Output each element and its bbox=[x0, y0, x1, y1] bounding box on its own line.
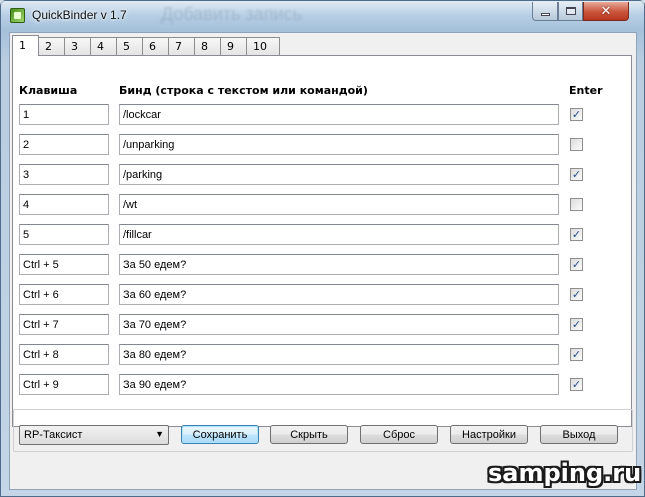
close-icon: ✕ bbox=[600, 3, 612, 19]
save-button[interactable]: Сохранить bbox=[181, 425, 259, 444]
close-button[interactable]: ✕ bbox=[583, 2, 629, 21]
checkmark-icon: ✓ bbox=[571, 258, 582, 271]
tab-5[interactable]: 5 bbox=[116, 37, 143, 56]
checkmark-icon: ✓ bbox=[571, 318, 582, 331]
enter-checkbox[interactable]: ✓ bbox=[570, 168, 583, 181]
checkmark-icon: ✓ bbox=[571, 378, 582, 391]
hotkey-field[interactable]: Ctrl + 8 bbox=[19, 344, 109, 365]
tab-3[interactable]: 3 bbox=[64, 37, 91, 56]
hotkey-field[interactable]: Ctrl + 6 bbox=[19, 284, 109, 305]
bind-row: Ctrl + 7 За 70 едем? ✓ bbox=[10, 314, 638, 336]
column-header-key: Клавиша bbox=[19, 84, 78, 97]
bind-row: Ctrl + 6 За 60 едем? ✓ bbox=[10, 284, 638, 306]
bind-row: Ctrl + 5 За 50 едем? ✓ bbox=[10, 254, 638, 276]
enter-checkbox[interactable] bbox=[570, 138, 583, 151]
bind-row: Ctrl + 8 За 80 едем? ✓ bbox=[10, 344, 638, 366]
checkmark-icon: ✓ bbox=[571, 168, 582, 181]
bind-text-field[interactable]: /wt bbox=[119, 194, 559, 215]
tab-4[interactable]: 4 bbox=[90, 37, 117, 56]
watermark: samping.ru bbox=[488, 459, 642, 487]
hotkey-field[interactable]: 4 bbox=[19, 194, 109, 215]
tab-7[interactable]: 7 bbox=[168, 37, 195, 56]
tab-6[interactable]: 6 bbox=[142, 37, 169, 56]
checkmark-icon: ✓ bbox=[571, 108, 582, 121]
bind-text-field[interactable]: /fillcar bbox=[119, 224, 559, 245]
profile-select-value: RP-Таксист bbox=[24, 429, 83, 441]
bind-text-field[interactable]: За 80 едем? bbox=[119, 344, 559, 365]
hotkey-field[interactable]: 1 bbox=[19, 104, 109, 125]
app-window: QuickBinder v 1.7 Добавить запись ✕ 1234… bbox=[0, 0, 645, 497]
checkmark-icon: ✓ bbox=[571, 228, 582, 241]
bind-text-field[interactable]: За 70 едем? bbox=[119, 314, 559, 335]
minimize-icon bbox=[540, 12, 550, 16]
background-window-title: Добавить запись bbox=[161, 4, 302, 24]
tab-9[interactable]: 9 bbox=[220, 37, 247, 56]
settings-button[interactable]: Настройки bbox=[450, 425, 528, 444]
reset-button[interactable]: Сброс bbox=[360, 425, 438, 444]
bind-text-field[interactable]: За 60 едем? bbox=[119, 284, 559, 305]
tab-strip: 1 2 3 4 5 6 7 8 9 10 bbox=[12, 35, 280, 56]
checkmark-icon: ✓ bbox=[571, 288, 582, 301]
tab-2[interactable]: 2 bbox=[38, 37, 65, 56]
enter-checkbox[interactable] bbox=[570, 198, 583, 211]
hotkey-field[interactable]: Ctrl + 7 bbox=[19, 314, 109, 335]
title-bar[interactable]: QuickBinder v 1.7 Добавить запись ✕ bbox=[1, 1, 644, 29]
bind-row: 1/lockcar ✓ bbox=[10, 104, 638, 126]
tab-8[interactable]: 8 bbox=[194, 37, 221, 56]
enter-checkbox[interactable]: ✓ bbox=[570, 348, 583, 361]
app-icon bbox=[10, 8, 25, 23]
enter-checkbox[interactable]: ✓ bbox=[570, 288, 583, 301]
enter-checkbox[interactable]: ✓ bbox=[570, 258, 583, 271]
bind-row: 4/wt bbox=[10, 194, 638, 216]
enter-checkbox[interactable]: ✓ bbox=[570, 378, 583, 391]
bind-text-field[interactable]: /parking bbox=[119, 164, 559, 185]
minimize-button[interactable] bbox=[532, 2, 558, 21]
client-area: 1 2 3 4 5 6 7 8 9 10 Клавиша Бинд (строка с текст… bbox=[9, 32, 637, 490]
tab-1[interactable]: 1 bbox=[12, 35, 39, 56]
bind-text-field[interactable]: За 90 едем? bbox=[119, 374, 559, 395]
bind-row: 2/unparking bbox=[10, 134, 638, 156]
checkmark-icon: ✓ bbox=[571, 348, 582, 361]
hotkey-field[interactable]: 3 bbox=[19, 164, 109, 185]
enter-checkbox[interactable]: ✓ bbox=[570, 228, 583, 241]
maximize-button[interactable] bbox=[558, 2, 583, 21]
profile-select[interactable]: RP-Таксист ▼ bbox=[19, 425, 169, 445]
column-header-enter: Enter bbox=[569, 84, 603, 97]
exit-button[interactable]: Выход bbox=[540, 425, 618, 444]
bind-row: 5/fillcar ✓ bbox=[10, 224, 638, 246]
chevron-down-icon: ▼ bbox=[155, 429, 164, 439]
hotkey-field[interactable]: 2 bbox=[19, 134, 109, 155]
maximize-icon bbox=[565, 7, 576, 15]
bind-text-field[interactable]: За 50 едем? bbox=[119, 254, 559, 275]
enter-checkbox[interactable]: ✓ bbox=[570, 318, 583, 331]
bind-text-field[interactable]: /lockcar bbox=[119, 104, 559, 125]
hotkey-field[interactable]: 5 bbox=[19, 224, 109, 245]
bind-text-field[interactable]: /unparking bbox=[119, 134, 559, 155]
hide-button[interactable]: Скрыть bbox=[270, 425, 348, 444]
hotkey-field[interactable]: Ctrl + 9 bbox=[19, 374, 109, 395]
tab-10[interactable]: 10 bbox=[246, 37, 280, 56]
column-header-bind: Бинд (строка с текстом или командой) bbox=[119, 84, 368, 97]
hotkey-field[interactable]: Ctrl + 5 bbox=[19, 254, 109, 275]
bind-row: Ctrl + 9 За 90 едем? ✓ bbox=[10, 374, 638, 396]
enter-checkbox[interactable]: ✓ bbox=[570, 108, 583, 121]
bind-row: 3/parking ✓ bbox=[10, 164, 638, 186]
window-title: QuickBinder v 1.7 bbox=[32, 8, 127, 22]
